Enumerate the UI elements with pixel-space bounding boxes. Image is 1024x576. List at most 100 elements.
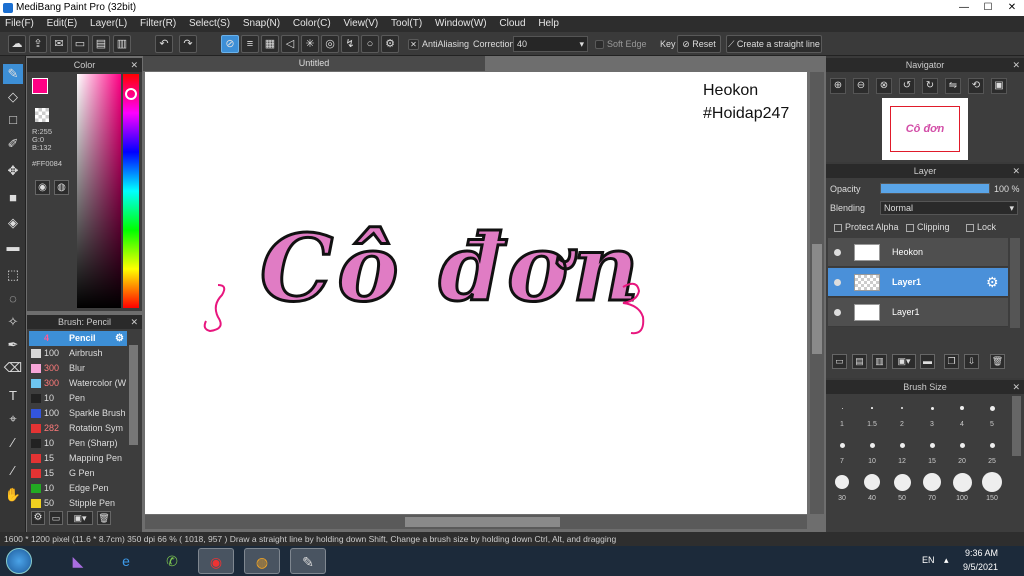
snap-off-icon[interactable]: ⊘: [221, 35, 239, 53]
merge-down-icon[interactable]: ⇩: [964, 354, 979, 369]
trash-icon[interactable]: 🗑: [990, 354, 1005, 369]
brush-list-item[interactable]: 15 G Pen: [29, 466, 127, 481]
brush-size-option[interactable]: 70: [918, 472, 946, 502]
parallel-snap-icon[interactable]: ≡: [241, 35, 259, 53]
chat-icon[interactable]: ✉: [50, 35, 68, 53]
protect-alpha-toggle[interactable]: Protect Alpha: [834, 222, 899, 232]
brush-size-option[interactable]: 50: [888, 472, 916, 502]
brush-size-option[interactable]: 10: [858, 435, 886, 465]
medibang-taskbar-icon[interactable]: ◍: [244, 548, 280, 574]
brush-list-item[interactable]: 50 Stipple Pen: [29, 496, 127, 511]
zoom-fit-icon[interactable]: ⊗: [876, 78, 892, 94]
menu-window[interactable]: Window(W): [430, 16, 492, 31]
brush-settings-icon[interactable]: ⚙: [31, 511, 45, 525]
brush-list-item[interactable]: 4 Pencil ⚙: [29, 331, 127, 346]
brush-add-icon[interactable]: ▣▾: [67, 511, 93, 525]
brush-list-item[interactable]: 10 Edge Pen: [29, 481, 127, 496]
ellipse-snap-icon[interactable]: ○: [361, 35, 379, 53]
brush-size-option[interactable]: 4: [948, 398, 976, 428]
brush-list-item[interactable]: 10 Pen: [29, 391, 127, 406]
hue-slider[interactable]: [123, 74, 139, 308]
tab-untitled[interactable]: Untitled: [143, 56, 485, 71]
eyedropper-tool-icon[interactable]: ⁄: [3, 433, 23, 453]
start-button[interactable]: [6, 548, 32, 574]
gear-icon[interactable]: ⚙: [381, 35, 399, 53]
vanishing-snap-icon[interactable]: ◁: [281, 35, 299, 53]
redo-icon[interactable]: ↷: [179, 35, 197, 53]
move-tool-icon[interactable]: ✥: [3, 161, 23, 181]
brush-size-option[interactable]: 100: [948, 472, 976, 502]
brush-new-icon[interactable]: ▭: [49, 511, 63, 525]
menu-view[interactable]: View(V): [338, 16, 383, 31]
opacity-slider[interactable]: [880, 183, 990, 194]
visual-studio-icon[interactable]: ◣: [60, 548, 96, 574]
foreground-color-swatch[interactable]: [32, 78, 48, 94]
brush-size-option[interactable]: 2: [888, 398, 916, 428]
eyedropper2-tool-icon[interactable]: ⁄: [3, 461, 23, 481]
eye-icon[interactable]: [834, 249, 841, 256]
menu-cloud[interactable]: Cloud: [494, 16, 530, 31]
close-button[interactable]: ✕: [1000, 0, 1024, 16]
brush-size-option[interactable]: 1.5: [858, 398, 886, 428]
navigator-thumbnail[interactable]: Cô đơn: [882, 98, 968, 160]
gear-icon[interactable]: ⚙: [986, 274, 999, 291]
text-tool-icon[interactable]: T: [3, 386, 23, 406]
new-file-icon[interactable]: ▭: [71, 35, 89, 53]
shape-tool-icon[interactable]: □: [3, 110, 23, 130]
undo-icon[interactable]: ↶: [155, 35, 173, 53]
export-icon[interactable]: ▥: [113, 35, 131, 53]
lock-toggle[interactable]: Lock: [966, 222, 996, 232]
lock-checkbox[interactable]: [966, 223, 974, 232]
correction-select[interactable]: 40 ▾: [513, 36, 588, 52]
brush-size-option[interactable]: 15: [918, 435, 946, 465]
brush-delete-icon[interactable]: 🗑: [97, 511, 111, 525]
app-icon[interactable]: ✆: [154, 548, 190, 574]
maximize-button[interactable]: ☐: [976, 0, 1000, 16]
brush-list-item[interactable]: 15 Mapping Pen: [29, 451, 127, 466]
dot-tool-icon[interactable]: ✐: [3, 134, 23, 154]
blending-select[interactable]: Normal ▾: [880, 201, 1018, 215]
close-icon[interactable]: ✕: [1012, 58, 1020, 72]
zoom-in-icon[interactable]: ⊕: [830, 78, 846, 94]
brush-size-option[interactable]: 12: [888, 435, 916, 465]
clock-date[interactable]: 9/5/2021: [963, 562, 998, 572]
tray-icon[interactable]: ▴: [944, 555, 949, 566]
brush-tool-icon[interactable]: ✎: [3, 64, 23, 84]
brush-list-item[interactable]: 100 Sparkle Brush: [29, 406, 127, 421]
color-history-icon[interactable]: ◍: [54, 180, 69, 195]
close-icon[interactable]: ✕: [130, 58, 138, 72]
flip-icon[interactable]: ⇋: [945, 78, 961, 94]
upload-icon[interactable]: ⇪: [29, 35, 47, 53]
menu-snap[interactable]: Snap(N): [238, 16, 285, 31]
layer-item-selected[interactable]: Layer1 ⚙: [828, 268, 1008, 297]
new-layer-icon[interactable]: ▭: [832, 354, 847, 369]
brush-size-scrollbar[interactable]: [1012, 396, 1021, 456]
add-layer-menu-icon[interactable]: ▣▾: [892, 354, 916, 369]
layer-item[interactable]: Heokon: [828, 238, 1008, 267]
curve-snap-icon[interactable]: ↯: [341, 35, 359, 53]
new-color-layer-icon[interactable]: ▤: [852, 354, 867, 369]
brush-list-item[interactable]: 100 Airbrush: [29, 346, 127, 361]
brush-list-scrollbar[interactable]: [129, 345, 138, 445]
brush-size-option[interactable]: 25: [978, 435, 1006, 465]
vertical-scrollbar[interactable]: [810, 72, 824, 514]
straight-line-button[interactable]: ⟋ Create a straight line: [726, 35, 822, 53]
brush-list-item[interactable]: 300 Watercolor (W: [29, 376, 127, 391]
lasso-tool-icon[interactable]: ◌: [3, 289, 23, 309]
reset-button[interactable]: ⊘ Reset: [677, 35, 721, 53]
grid-snap-icon[interactable]: ▦: [261, 35, 279, 53]
menu-layer[interactable]: Layer(L): [85, 16, 132, 31]
brush-list-item[interactable]: 300 Blur: [29, 361, 127, 376]
close-icon[interactable]: ✕: [1012, 164, 1020, 178]
eraser-tool-icon[interactable]: ◇: [3, 87, 23, 107]
brush-size-option[interactable]: 20: [948, 435, 976, 465]
operation-tool-icon[interactable]: ⌖: [3, 409, 23, 429]
close-icon[interactable]: ✕: [130, 315, 138, 329]
drawing-canvas[interactable]: Heokon #Hoidap247 Cô đơn: [145, 72, 807, 514]
rotate-reset-icon[interactable]: ⟲: [968, 78, 984, 94]
hue-handle[interactable]: [125, 88, 137, 100]
clipping-toggle[interactable]: Clipping: [906, 222, 950, 232]
select-pen-tool-icon[interactable]: ✒: [3, 335, 23, 355]
language-indicator[interactable]: EN: [922, 555, 935, 565]
palette-icon[interactable]: ◉: [35, 180, 50, 195]
